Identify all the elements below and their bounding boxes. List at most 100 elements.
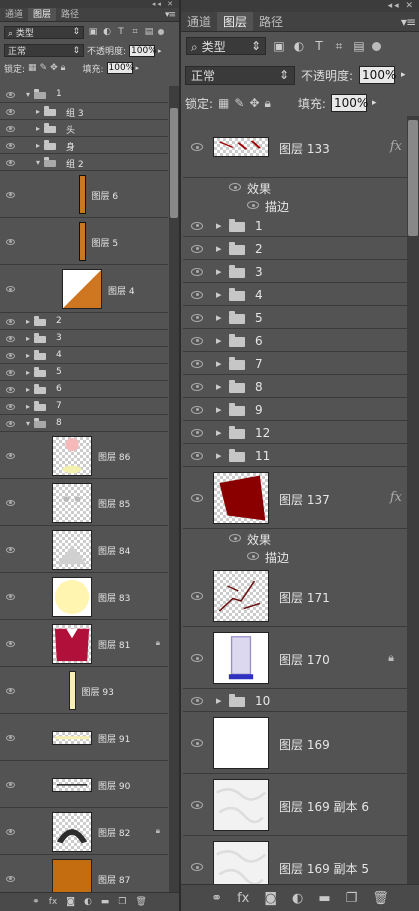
visibility-eye-icon[interactable]: [191, 267, 203, 276]
scrollbar-thumb[interactable]: [170, 108, 178, 218]
fill-dropdown-icon[interactable]: ▸: [136, 64, 140, 72]
layer-group-row[interactable]: ▸ 1: [183, 214, 408, 237]
blend-mode-select[interactable]: 正常 ⇕: [185, 65, 295, 85]
group-collapsed-arrow-icon[interactable]: ▸: [216, 334, 222, 347]
layer-group-row[interactable]: ▸ 10: [183, 689, 408, 712]
layer-group-row[interactable]: ▸ 8: [183, 375, 408, 398]
layer-thumbnail[interactable]: [52, 811, 92, 852]
layer-row[interactable]: 图层 5: [0, 218, 168, 265]
tab-layers[interactable]: 图层: [217, 12, 253, 31]
effect-visibility-eye-icon[interactable]: [247, 552, 259, 560]
link-icon[interactable]: ⚭: [32, 897, 40, 907]
effect-row[interactable]: 描边: [183, 196, 408, 214]
tab-paths[interactable]: 路径: [56, 8, 84, 21]
folder-icon[interactable]: ▬: [101, 897, 110, 907]
layer-thumbnail[interactable]: [78, 175, 86, 214]
group-collapsed-arrow-icon[interactable]: ▸: [216, 694, 222, 707]
group-collapsed-arrow-icon[interactable]: ▸: [216, 219, 222, 232]
layer-name[interactable]: 图层 84: [98, 544, 130, 557]
visibility-eye-icon[interactable]: [6, 499, 15, 506]
group-expanded-arrow-icon[interactable]: ▾: [26, 419, 30, 428]
group-collapsed-arrow-icon[interactable]: ▸: [26, 368, 30, 377]
group-collapsed-arrow-icon[interactable]: ▸: [36, 124, 40, 133]
layer-thumbnail[interactable]: [213, 632, 269, 684]
visibility-eye-icon[interactable]: [6, 318, 15, 325]
layer-group-row[interactable]: ▾ 1: [0, 86, 168, 103]
tab-layers[interactable]: 图层: [28, 8, 56, 21]
visibility-eye-icon[interactable]: [6, 687, 15, 694]
visibility-eye-icon[interactable]: [191, 143, 203, 151]
adjustment-filter-icon[interactable]: ◐: [102, 27, 112, 37]
panel-menu-icon[interactable]: ▾≡: [401, 12, 416, 32]
layer-group-row[interactable]: ▸ 6: [0, 381, 168, 398]
layer-name[interactable]: 图层 83: [98, 591, 130, 604]
type-filter-icon[interactable]: T: [312, 39, 326, 53]
panel-collapse-bar[interactable]: ◂◂ ✕: [181, 0, 419, 12]
visibility-eye-icon[interactable]: [191, 405, 203, 414]
shape-filter-icon[interactable]: ⌗: [130, 27, 140, 37]
mask-icon[interactable]: ◙: [264, 891, 277, 906]
fx-icon[interactable]: fx: [237, 891, 249, 906]
visibility-eye-icon[interactable]: [191, 451, 203, 460]
visibility-eye-icon[interactable]: [6, 142, 15, 149]
visibility-eye-icon[interactable]: [6, 828, 15, 835]
layer-name[interactable]: 图层 93: [82, 685, 114, 698]
layer-group-row[interactable]: ▸ 11: [183, 444, 408, 467]
layer-row[interactable]: 图层 85: [0, 479, 168, 526]
layer-name[interactable]: 图层 4: [108, 284, 135, 297]
layer-group-row[interactable]: ▸ 3: [0, 330, 168, 347]
layer-row[interactable]: 图层 137 fx: [183, 467, 408, 529]
visibility-eye-icon[interactable]: [6, 640, 15, 647]
lock-position-icon[interactable]: ✥: [50, 63, 58, 73]
layer-group-row[interactable]: ▸ 12: [183, 421, 408, 444]
filter-toggle-icon[interactable]: [372, 41, 381, 51]
layer-row[interactable]: 图层 81 🔒︎: [0, 620, 168, 667]
pixel-filter-icon[interactable]: ▣: [272, 39, 286, 53]
adjustment-filter-icon[interactable]: ◐: [292, 39, 306, 53]
layer-thumbnail[interactable]: [52, 435, 92, 476]
effect-row[interactable]: 效果: [183, 178, 408, 196]
filter-kind-select[interactable]: ⌕ 类型 ⇕: [186, 37, 266, 55]
layer-name[interactable]: 图层 85: [98, 497, 130, 510]
layer-thumbnail[interactable]: [213, 570, 269, 622]
layer-row[interactable]: 图层 4: [0, 265, 168, 313]
layer-group-row[interactable]: ▾ 8: [0, 415, 168, 432]
pixel-filter-icon[interactable]: ▣: [88, 27, 98, 37]
visibility-eye-icon[interactable]: [6, 159, 15, 166]
visibility-eye-icon[interactable]: [6, 191, 15, 198]
group-collapsed-arrow-icon[interactable]: ▸: [36, 141, 40, 150]
layer-row[interactable]: 图层 170 🔒︎: [183, 627, 408, 689]
layer-thumbnail[interactable]: [213, 841, 269, 884]
effect-visibility-eye-icon[interactable]: [229, 183, 241, 191]
group-collapsed-arrow-icon[interactable]: ▸: [216, 403, 222, 416]
visibility-eye-icon[interactable]: [191, 382, 203, 391]
lock-transparent-icon[interactable]: ▦: [218, 96, 229, 110]
filter-kind-select[interactable]: ⌕ 类型 ⇕: [4, 25, 84, 39]
tab-paths[interactable]: 路径: [253, 12, 289, 31]
layer-group-row[interactable]: ▸ 7: [0, 398, 168, 415]
visibility-eye-icon[interactable]: [6, 91, 15, 98]
layer-row[interactable]: 图层 82 🔒︎: [0, 808, 168, 855]
layer-thumbnail[interactable]: [52, 777, 92, 792]
layer-name[interactable]: 图层 82: [98, 826, 130, 839]
new-layer-icon[interactable]: ❐: [346, 891, 358, 906]
layer-thumbnail[interactable]: [78, 222, 86, 261]
layer-row[interactable]: 图层 90: [0, 761, 168, 808]
layer-name[interactable]: 图层 137: [279, 491, 330, 508]
visibility-eye-icon[interactable]: [191, 494, 203, 502]
fx-icon[interactable]: fx: [49, 897, 58, 907]
layer-thumbnail[interactable]: [52, 482, 92, 523]
type-filter-icon[interactable]: T: [116, 27, 126, 37]
visibility-eye-icon[interactable]: [6, 593, 15, 600]
layer-row[interactable]: 图层 6: [0, 171, 168, 218]
group-collapsed-arrow-icon[interactable]: ▸: [216, 449, 222, 462]
scrollbar-thumb[interactable]: [408, 120, 418, 236]
group-collapsed-arrow-icon[interactable]: ▸: [216, 288, 222, 301]
layer-row[interactable]: 图层 83: [0, 573, 168, 620]
layer-name[interactable]: 图层 81: [98, 638, 130, 651]
effect-visibility-eye-icon[interactable]: [229, 534, 241, 542]
visibility-eye-icon[interactable]: [6, 546, 15, 553]
visibility-eye-icon[interactable]: [191, 592, 203, 600]
group-collapsed-arrow-icon[interactable]: ▸: [26, 402, 30, 411]
layer-thumbnail[interactable]: [52, 576, 92, 617]
